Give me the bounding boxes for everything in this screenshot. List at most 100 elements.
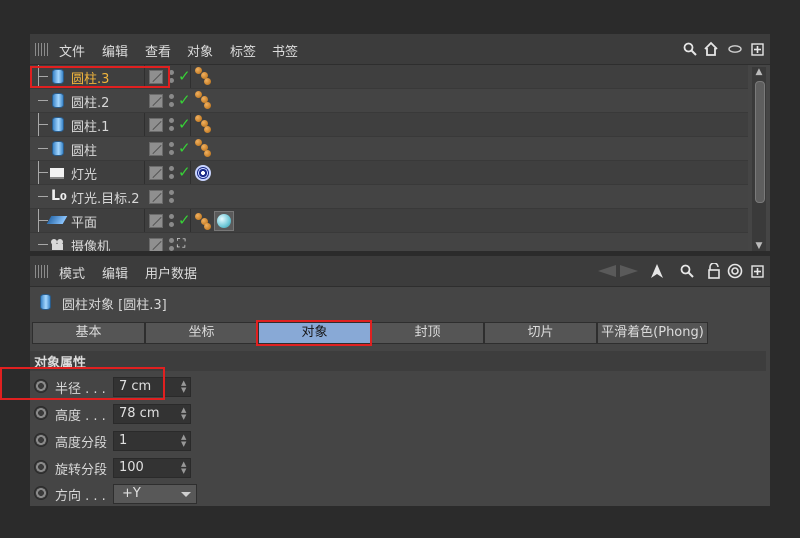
menu-tags[interactable]: 标签 bbox=[230, 41, 256, 60]
plane-icon bbox=[46, 216, 68, 224]
visibility-dots-icon[interactable] bbox=[169, 213, 175, 229]
object-row[interactable]: 灯光 ✓ bbox=[30, 161, 748, 185]
enabled-check-icon[interactable]: ✓ bbox=[178, 211, 191, 229]
phong-tag-icon[interactable] bbox=[195, 67, 211, 85]
search-icon[interactable] bbox=[682, 40, 698, 58]
scroll-thumb[interactable] bbox=[755, 81, 765, 203]
object-row[interactable]: 圆柱 ✓ bbox=[30, 137, 748, 161]
attribute-manager-menubar: 模式 编辑 用户数据 bbox=[30, 256, 770, 287]
visibility-dots-icon[interactable] bbox=[169, 93, 175, 109]
layer-swatch-icon[interactable] bbox=[149, 142, 163, 156]
enabled-check-icon[interactable]: ✓ bbox=[178, 67, 191, 85]
animate-radio-icon[interactable] bbox=[34, 433, 48, 447]
phong-tag-icon[interactable] bbox=[195, 91, 211, 109]
property-label: 方向 . . . bbox=[55, 489, 106, 504]
tab-coord[interactable]: 坐标 bbox=[145, 322, 258, 344]
object-name[interactable]: 平面 bbox=[71, 212, 97, 231]
object-manager-menubar: 文件 编辑 查看 对象 标签 书签 bbox=[30, 34, 770, 65]
visibility-dots-icon[interactable] bbox=[169, 141, 175, 157]
dropdown-value: +Y bbox=[122, 486, 141, 501]
menu-bookmarks[interactable]: 书签 bbox=[272, 41, 298, 60]
enabled-check-icon[interactable]: ✓ bbox=[178, 139, 191, 157]
back-forward-icon[interactable] bbox=[596, 262, 640, 280]
pointer-icon[interactable] bbox=[649, 262, 665, 280]
spinner-arrows-icon[interactable]: ▲ ▼ bbox=[181, 461, 187, 475]
scroll-down-icon[interactable]: ▼ bbox=[752, 241, 766, 251]
height-field[interactable]: 78 cm ▲ ▼ bbox=[113, 404, 191, 424]
animate-radio-icon[interactable] bbox=[34, 406, 48, 420]
object-name[interactable]: 圆柱.1 bbox=[71, 116, 109, 135]
object-row[interactable]: 圆柱.2 ✓ bbox=[30, 89, 748, 113]
tab-basic[interactable]: 基本 bbox=[32, 322, 145, 344]
object-row[interactable]: L0 灯光.目标.2 bbox=[30, 185, 748, 209]
enabled-check-icon[interactable]: ✓ bbox=[178, 163, 191, 181]
tree-branch bbox=[38, 172, 48, 173]
tree-branch bbox=[38, 124, 48, 125]
search-icon[interactable] bbox=[679, 262, 695, 280]
menu-objects[interactable]: 对象 bbox=[187, 41, 213, 60]
visibility-dots-icon[interactable] bbox=[169, 165, 175, 181]
field-value: 100 bbox=[119, 460, 144, 475]
menu-mode[interactable]: 模式 bbox=[59, 263, 85, 282]
hide-icon[interactable] bbox=[727, 40, 743, 58]
rotation-segments-field[interactable]: 100 ▲ ▼ bbox=[113, 458, 191, 478]
selected-object-highlight bbox=[30, 66, 170, 88]
enabled-check-icon[interactable]: ✓ bbox=[178, 115, 191, 133]
object-list-scrollbar[interactable]: ▲ ▼ bbox=[752, 67, 766, 251]
height-segments-field[interactable]: 1 ▲ ▼ bbox=[113, 431, 191, 451]
tab-caps[interactable]: 封顶 bbox=[371, 322, 484, 344]
target-tag-icon[interactable] bbox=[195, 165, 211, 181]
layer-swatch-icon[interactable] bbox=[149, 118, 163, 132]
property-label: 高度分段 bbox=[55, 436, 108, 451]
visibility-dots-icon[interactable] bbox=[169, 189, 175, 205]
home-icon[interactable] bbox=[703, 40, 719, 58]
enabled-check-icon[interactable]: ✓ bbox=[178, 91, 191, 109]
tab-phong[interactable]: 平滑着色(Phong) bbox=[597, 322, 708, 344]
object-row[interactable]: 平面 ✓ bbox=[30, 209, 748, 233]
panel-grip-icon[interactable] bbox=[35, 43, 48, 56]
object-name[interactable]: 摄像机 bbox=[71, 236, 110, 251]
target-icon[interactable] bbox=[727, 262, 743, 280]
phong-tag-icon[interactable] bbox=[195, 139, 211, 157]
active-tab-highlight bbox=[256, 320, 372, 346]
material-tag-icon[interactable] bbox=[214, 211, 234, 231]
visibility-dots-icon[interactable] bbox=[169, 237, 175, 251]
menu-view[interactable]: 查看 bbox=[145, 41, 171, 60]
menu-file[interactable]: 文件 bbox=[59, 41, 85, 60]
visibility-dots-icon[interactable] bbox=[169, 117, 175, 133]
animate-radio-icon[interactable] bbox=[34, 460, 48, 474]
layer-swatch-icon[interactable] bbox=[149, 238, 163, 251]
scroll-up-icon[interactable]: ▲ bbox=[752, 67, 766, 77]
field-value: 78 cm bbox=[119, 406, 160, 421]
spinner-arrows-icon[interactable]: ▲ ▼ bbox=[181, 380, 187, 394]
layer-swatch-icon[interactable] bbox=[149, 166, 163, 180]
property-label: 高度 . . . bbox=[55, 409, 106, 424]
tree-branch bbox=[38, 148, 48, 149]
camera-target-icon[interactable]: ⛶ bbox=[177, 236, 185, 251]
panel-grip-icon[interactable] bbox=[35, 265, 48, 278]
spinner-arrows-icon[interactable]: ▲ ▼ bbox=[181, 434, 187, 448]
menu-edit[interactable]: 编辑 bbox=[102, 263, 128, 282]
object-name[interactable]: 圆柱 bbox=[71, 140, 97, 159]
layer-swatch-icon[interactable] bbox=[149, 190, 163, 204]
object-name[interactable]: 灯光 bbox=[71, 164, 97, 183]
object-title: 圆柱对象 [圆柱.3] bbox=[62, 298, 167, 313]
new-window-icon[interactable] bbox=[749, 40, 765, 58]
tab-slice[interactable]: 切片 bbox=[484, 322, 597, 344]
object-manager: 文件 编辑 查看 对象 标签 书签 圆柱.3 ✓ 圆柱.2 ✓ 圆柱.1 ✓ 圆… bbox=[30, 34, 770, 251]
lock-icon[interactable] bbox=[706, 262, 722, 280]
animate-radio-icon[interactable] bbox=[34, 486, 48, 500]
phong-tag-icon[interactable] bbox=[195, 115, 211, 133]
object-row[interactable]: 摄像机 ⛶ bbox=[30, 233, 748, 251]
orientation-dropdown[interactable]: +Y bbox=[113, 484, 197, 504]
object-row[interactable]: 圆柱.1 ✓ bbox=[30, 113, 748, 137]
menu-user-data[interactable]: 用户数据 bbox=[145, 263, 197, 282]
phong-tag-icon[interactable] bbox=[195, 211, 211, 230]
layer-swatch-icon[interactable] bbox=[149, 214, 163, 228]
layer-swatch-icon[interactable] bbox=[149, 94, 163, 108]
menu-edit[interactable]: 编辑 bbox=[102, 41, 128, 60]
spinner-arrows-icon[interactable]: ▲ ▼ bbox=[181, 407, 187, 421]
new-window-icon[interactable] bbox=[749, 262, 765, 280]
object-name[interactable]: 圆柱.2 bbox=[71, 92, 109, 111]
object-name[interactable]: 灯光.目标.2 bbox=[71, 188, 140, 207]
